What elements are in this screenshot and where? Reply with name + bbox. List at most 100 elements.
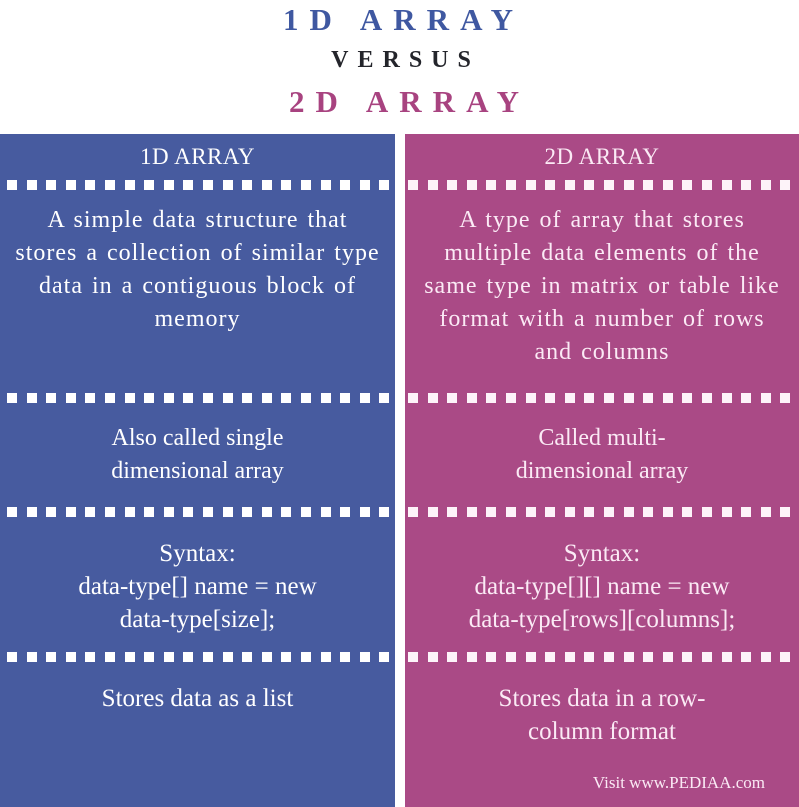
divider-dot <box>486 507 497 517</box>
divider-dot <box>760 507 771 517</box>
column-heading: 1D ARRAY <box>140 144 255 169</box>
cell-text: Syntax: data-type[][] name = new data-ty… <box>468 540 736 633</box>
divider-dot <box>721 393 732 403</box>
divider-dot <box>643 507 654 517</box>
dotted-divider <box>405 180 799 190</box>
divider-dot <box>662 652 673 662</box>
divider-dot <box>65 180 76 190</box>
column-1d-array: 1D ARRAY A simple data structure that st… <box>0 134 395 807</box>
divider-dot <box>506 393 516 403</box>
divider-dot <box>447 507 458 517</box>
divider-dot <box>525 652 536 662</box>
divider-dot <box>662 507 673 517</box>
row-syntax: Syntax: data-type[][] name = new data-ty… <box>405 537 799 636</box>
divider-dot <box>26 393 37 403</box>
divider-dot <box>320 393 331 403</box>
divider-dot <box>760 652 771 662</box>
divider-dot <box>242 393 253 403</box>
divider-dot <box>301 507 311 517</box>
divider-dot <box>760 180 771 190</box>
title-1d-array: 1D ARRAY <box>282 2 525 37</box>
divider-dot <box>85 652 96 662</box>
divider-dot <box>46 652 57 662</box>
divider-dot <box>466 507 477 517</box>
dotted-divider <box>405 393 799 403</box>
divider-dot <box>222 507 233 517</box>
divider-dot <box>7 393 17 403</box>
divider-dot <box>124 393 135 403</box>
divider-dot <box>643 393 654 403</box>
cell-text: A simple data structure that stores a co… <box>15 207 380 332</box>
dotted-divider <box>0 652 395 662</box>
divider-dot <box>545 507 556 517</box>
divider-dot <box>379 393 390 403</box>
divider-dot <box>301 393 311 403</box>
column-heading: 2D ARRAY <box>544 144 660 169</box>
divider-dot <box>486 393 497 403</box>
divider-dot <box>721 652 732 662</box>
divider-dot <box>525 507 536 517</box>
divider-dot <box>466 652 477 662</box>
divider-dot <box>242 180 253 190</box>
divider-dot <box>359 393 370 403</box>
divider-dot <box>124 652 135 662</box>
divider-dot <box>780 393 791 403</box>
row-storage: Stores data as a list <box>0 682 395 715</box>
divider-dot <box>379 652 390 662</box>
source-credit: Visit www.PEDIAA.com <box>592 773 765 792</box>
divider-dot <box>7 507 17 517</box>
title-2d-array: 2D ARRAY <box>288 84 531 119</box>
divider-dot <box>281 652 292 662</box>
divider-dot <box>721 507 732 517</box>
divider-dot <box>702 180 712 190</box>
divider-dot <box>486 652 497 662</box>
divider-dot <box>340 393 351 403</box>
divider-dot <box>65 393 76 403</box>
divider-dot <box>281 180 292 190</box>
divider-dot <box>447 180 458 190</box>
cell-text: Syntax: data-type[] name = new data-type… <box>78 540 317 633</box>
divider-dot <box>506 652 516 662</box>
divider-dot <box>721 180 732 190</box>
divider-dot <box>741 393 752 403</box>
divider-dot <box>242 507 253 517</box>
divider-dot <box>447 652 458 662</box>
divider-dot <box>466 393 477 403</box>
divider-dot <box>340 652 351 662</box>
divider-dot <box>682 393 693 403</box>
divider-dot <box>85 393 96 403</box>
divider-dot <box>281 393 292 403</box>
cell-text: Stores data in a row- column format <box>498 685 706 745</box>
divider-dot <box>85 507 96 517</box>
divider-dot <box>163 507 174 517</box>
divider-dot <box>105 180 115 190</box>
divider-dot <box>65 652 76 662</box>
dotted-divider <box>0 180 395 190</box>
divider-dot <box>261 393 272 403</box>
divider-dot <box>203 507 213 517</box>
divider-dot <box>301 652 311 662</box>
row-alias: Called multi- dimensional array <box>405 422 799 488</box>
divider-dot <box>662 180 673 190</box>
divider-dot <box>163 180 174 190</box>
divider-dot <box>604 652 614 662</box>
divider-dot <box>623 507 634 517</box>
divider-dot <box>427 393 438 403</box>
divider-dot <box>662 393 673 403</box>
divider-dot <box>741 652 752 662</box>
divider-dot <box>682 507 693 517</box>
divider-dot <box>203 393 213 403</box>
divider-dot <box>183 652 194 662</box>
divider-dot <box>261 652 272 662</box>
divider-dot <box>564 180 575 190</box>
divider-dot <box>525 180 536 190</box>
divider-dot <box>301 180 311 190</box>
divider-dot <box>203 652 213 662</box>
divider-dot <box>447 393 458 403</box>
divider-dot <box>545 652 556 662</box>
divider-dot <box>486 180 497 190</box>
divider-dot <box>741 180 752 190</box>
divider-dot <box>46 507 57 517</box>
divider-dot <box>85 180 96 190</box>
divider-dot <box>281 507 292 517</box>
